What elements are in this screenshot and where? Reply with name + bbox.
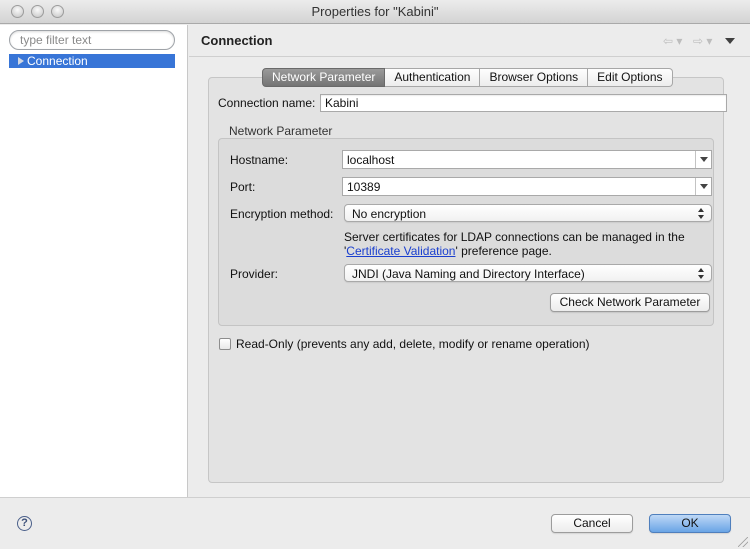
tree-item-connection[interactable]: Connection bbox=[9, 54, 175, 68]
port-label: Port: bbox=[230, 180, 256, 194]
connection-name-input[interactable] bbox=[320, 94, 727, 112]
port-value: 10389 bbox=[347, 180, 381, 194]
tab-authentication[interactable]: Authentication bbox=[385, 68, 481, 87]
provider-value: JNDI (Java Naming and Directory Interfac… bbox=[352, 267, 585, 281]
tab-network-parameter[interactable]: Network Parameter bbox=[262, 68, 386, 87]
cancel-button[interactable]: Cancel bbox=[551, 514, 633, 533]
info-text-suffix: ' preference page. bbox=[455, 244, 552, 258]
port-combo[interactable]: 10389 bbox=[342, 177, 712, 196]
property-page: Connection ⇦ ▾ ⇨ ▾ Network Parameter Aut… bbox=[189, 25, 750, 497]
tab-browser-options[interactable]: Browser Options bbox=[480, 68, 589, 87]
filter-input[interactable] bbox=[9, 30, 175, 50]
encryption-method-label: Encryption method: bbox=[230, 207, 334, 221]
preference-tree-pane: Connection bbox=[0, 25, 188, 497]
certificate-info-text: Server certificates for LDAP connections… bbox=[344, 230, 704, 258]
encryption-method-select[interactable]: No encryption bbox=[344, 204, 712, 222]
check-network-parameter-button[interactable]: Check Network Parameter bbox=[550, 293, 710, 312]
chevron-down-icon bbox=[699, 184, 708, 189]
hostname-value: localhost bbox=[347, 153, 395, 167]
port-dropdown-button[interactable] bbox=[695, 178, 711, 195]
provider-select[interactable]: JNDI (Java Naming and Directory Interfac… bbox=[344, 264, 712, 282]
forward-icon[interactable]: ⇨ ▾ bbox=[693, 35, 712, 47]
resize-grip-icon[interactable] bbox=[738, 537, 748, 547]
tree-expand-icon bbox=[18, 57, 24, 65]
page-title: Connection bbox=[201, 33, 273, 48]
hostname-label: Hostname: bbox=[230, 153, 289, 167]
provider-label: Provider: bbox=[230, 267, 279, 281]
encryption-method-value: No encryption bbox=[352, 207, 427, 221]
window-title: Properties for "Kabini" bbox=[311, 4, 439, 19]
back-icon[interactable]: ⇦ ▾ bbox=[663, 35, 682, 47]
ok-button[interactable]: OK bbox=[649, 514, 731, 533]
connection-name-label: Connection name: bbox=[218, 96, 316, 110]
view-menu-icon[interactable] bbox=[725, 38, 735, 44]
help-icon[interactable]: ? bbox=[17, 516, 32, 531]
dialog-button-bar: ? Cancel OK bbox=[0, 497, 750, 549]
updown-arrows-icon bbox=[698, 268, 705, 279]
read-only-label: Read-Only (prevents any add, delete, mod… bbox=[236, 337, 590, 351]
chevron-down-icon bbox=[699, 157, 708, 162]
hostname-dropdown-button[interactable] bbox=[695, 151, 711, 168]
network-parameter-group-title: Network Parameter bbox=[229, 124, 333, 138]
page-header: Connection ⇦ ▾ ⇨ ▾ bbox=[189, 25, 750, 57]
hostname-combo[interactable]: localhost bbox=[342, 150, 712, 169]
title-bar: Properties for "Kabini" bbox=[0, 0, 750, 24]
certificate-validation-link[interactable]: Certificate Validation bbox=[346, 244, 455, 258]
updown-arrows-icon bbox=[698, 208, 705, 219]
tab-edit-options[interactable]: Edit Options bbox=[588, 68, 673, 87]
tab-bar: Network Parameter Authentication Browser… bbox=[262, 68, 673, 87]
read-only-checkbox[interactable] bbox=[219, 338, 231, 350]
tree-item-label: Connection bbox=[27, 54, 88, 68]
